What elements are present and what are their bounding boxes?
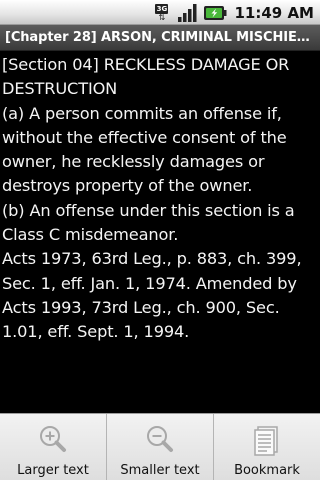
- larger-text-button[interactable]: Larger text: [0, 414, 107, 480]
- network-3g-icon: 3G ⇅: [155, 3, 173, 22]
- bookmark-list-icon: [254, 426, 278, 456]
- screen: 3G ⇅ 11:49 AM [Chapter 28] ARSON, CRIMIN…: [0, 0, 320, 480]
- larger-text-label: Larger text: [17, 463, 89, 478]
- section-content[interactable]: [Section 04] RECKLESS DAMAGE OR DESTRUCT…: [0, 51, 320, 411]
- zoom-out-icon: [147, 426, 173, 452]
- data-arrows-icon: ⇅: [158, 12, 166, 22]
- bookmark-button[interactable]: Bookmark: [214, 414, 320, 480]
- section-paragraph-b: (b) An offense under this section is a C…: [2, 200, 295, 245]
- chapter-title: [Chapter 28] ARSON, CRIMINAL MISCHIEF, A…: [5, 30, 315, 45]
- section-heading: [Section 04] RECKLESS DAMAGE OR DESTRUCT…: [2, 55, 290, 99]
- status-bar: 3G ⇅ 11:49 AM: [0, 0, 320, 25]
- options-menu: Larger text Smaller text Bookmark: [0, 413, 320, 480]
- signal-strength-icon: [178, 3, 197, 22]
- title-bar: [Chapter 28] ARSON, CRIMINAL MISCHIEF, A…: [0, 25, 320, 51]
- smaller-text-label: Smaller text: [120, 463, 200, 478]
- bookmark-label: Bookmark: [234, 463, 300, 478]
- network-type-label: 3G: [155, 3, 169, 14]
- section-paragraph-a: (a) A person commits an offense if, with…: [2, 103, 287, 196]
- battery-icon: [204, 5, 227, 20]
- zoom-in-icon: [40, 426, 66, 452]
- section-history: Acts 1973, 63rd Leg., p. 883, ch. 399, S…: [2, 249, 302, 342]
- status-icons: 3G ⇅ 11:49 AM: [155, 0, 320, 25]
- status-clock: 11:49 AM: [234, 3, 314, 22]
- smaller-text-button[interactable]: Smaller text: [107, 414, 214, 480]
